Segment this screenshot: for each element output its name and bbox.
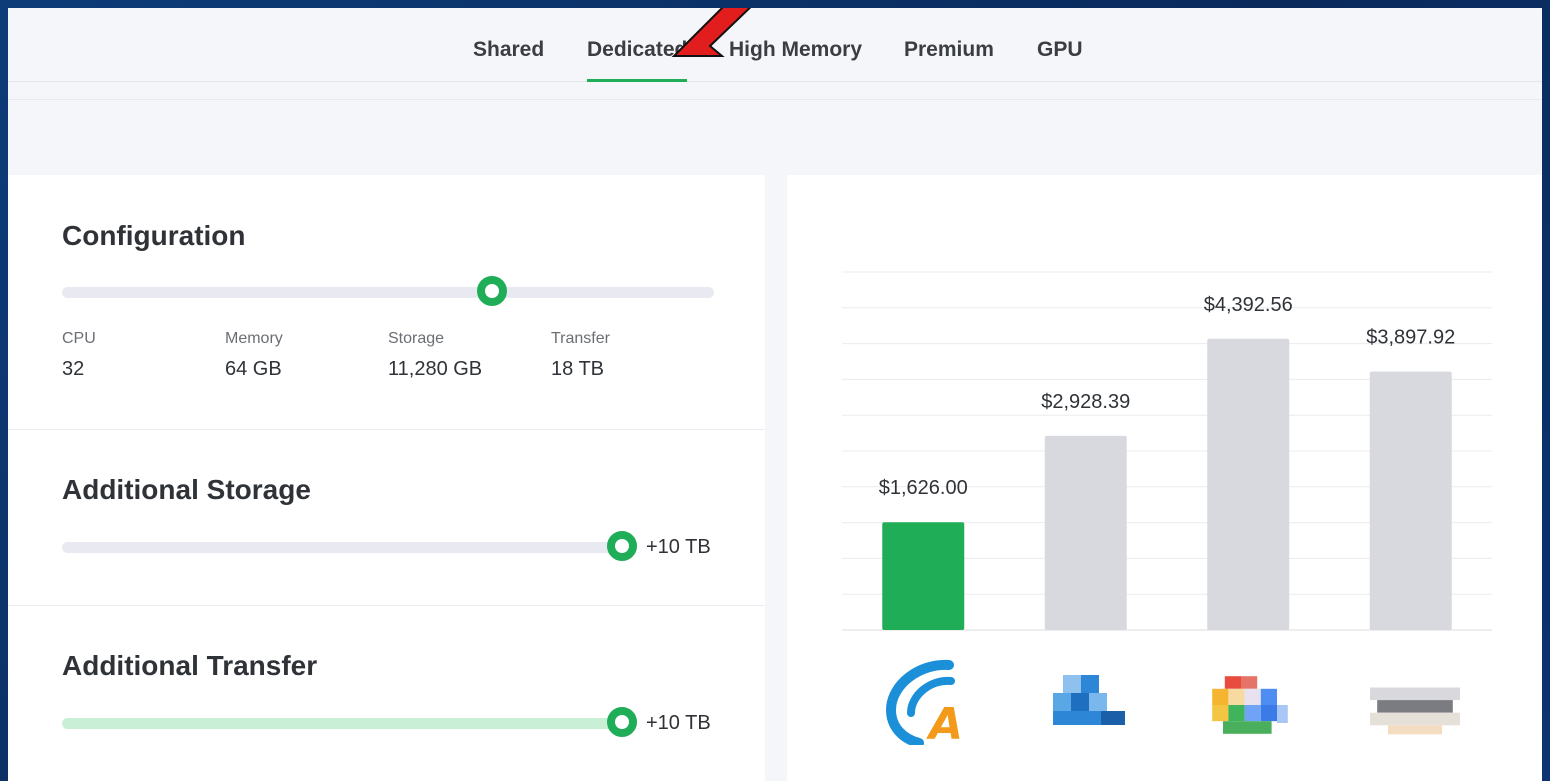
pricing-page: Shared Dedicated High Memory Premium GPU… <box>8 8 1542 781</box>
additional-storage-section: Additional Storage +10 TB <box>8 429 765 605</box>
storage-slider-track[interactable] <box>62 542 622 553</box>
spec-cpu: CPU 32 <box>62 330 96 381</box>
blurred-logo <box>1053 675 1125 725</box>
spec-label: Memory <box>225 330 283 347</box>
additional-transfer-section: Additional Transfer +10 TB <box>8 605 765 781</box>
configuration-section: Configuration CPU 32 Memory 64 GB Storag… <box>8 175 765 429</box>
brand-a-logo: A <box>885 659 963 745</box>
spec-transfer: Transfer 18 TB <box>551 330 610 381</box>
spec-label: Storage <box>388 330 445 347</box>
spec-label: Transfer <box>551 330 610 347</box>
price-comparison-card: $1,626.00 $2,928.39 $4,392.56 $3,897.92 A <box>787 175 1542 781</box>
blurred-logo <box>1370 687 1460 735</box>
storage-slider-handle[interactable] <box>607 531 637 561</box>
spec-value: 11,280 GB <box>388 358 483 380</box>
price-bar <box>882 522 965 630</box>
configuration-slider-handle[interactable] <box>477 276 508 306</box>
divider <box>8 99 1542 100</box>
price-bar <box>1044 435 1127 630</box>
spec-list: CPU 32 Memory 64 GB Storage 11,280 GB Tr… <box>62 330 712 390</box>
configuration-slider-track[interactable] <box>62 287 714 298</box>
price-label: $3,897.92 <box>1366 327 1455 349</box>
section-title: Additional Transfer <box>62 650 318 681</box>
plan-tabs: Shared Dedicated High Memory Premium GPU <box>8 8 1542 82</box>
storage-value: +10 TB <box>646 536 711 558</box>
blurred-colorful-logo <box>1212 676 1288 734</box>
spec-value: 64 GB <box>225 358 282 380</box>
spec-label: CPU <box>62 330 96 347</box>
spec-storage: Storage 11,280 GB <box>388 330 482 381</box>
configuration-card: Configuration CPU 32 Memory 64 GB Storag… <box>8 175 765 781</box>
price-label: $1,626.00 <box>879 477 968 499</box>
spec-memory: Memory 64 GB <box>225 330 283 381</box>
transfer-slider-track[interactable] <box>62 718 622 729</box>
price-bar <box>1369 371 1452 630</box>
transfer-value: +10 TB <box>646 712 711 734</box>
price-label: $4,392.56 <box>1204 294 1293 316</box>
spec-value: 32 <box>62 358 85 380</box>
spec-value: 18 TB <box>551 358 604 380</box>
tab-shared[interactable]: Shared <box>473 38 544 62</box>
logo-letter: A <box>926 699 963 745</box>
red-arrow-annotation <box>671 8 752 57</box>
price-bar <box>1207 338 1290 630</box>
section-title: Additional Storage <box>62 474 311 505</box>
section-title: Configuration <box>62 220 246 251</box>
price-label: $2,928.39 <box>1041 391 1130 413</box>
tab-gpu[interactable]: GPU <box>1037 38 1083 62</box>
tab-premium[interactable]: Premium <box>904 38 994 62</box>
transfer-slider-handle[interactable] <box>607 707 637 737</box>
